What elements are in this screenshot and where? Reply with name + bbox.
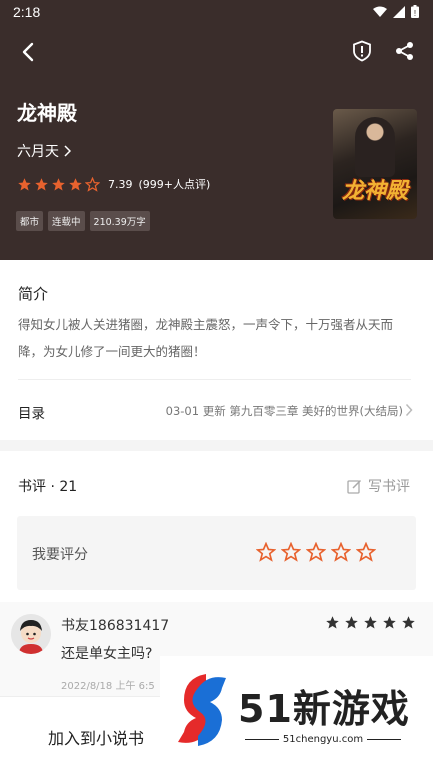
signal-icon [393,5,405,18]
status-time: 2:18 [13,4,41,20]
avatar[interactable] [11,614,51,654]
author-link[interactable]: 六月天 [17,141,71,161]
intro-section: 简介 得知女儿被人关进猪圈，龙神殿主震怒，一声令下，十万强者从天而降，为女儿修了… [0,260,433,440]
star-icon [383,616,396,629]
star-icon [69,177,82,190]
book-header: 2:18 ! 龙神殿 六月天 7.39 (999+人点评) 都市 连载中 210… [0,0,433,260]
catalog-label: 目录 [18,406,45,422]
catalog-latest: 03-01 更新 第九百零三章 美好的世界(大结局) [165,404,403,418]
cover-figure [355,117,395,177]
watermark-logo [178,674,226,746]
author-name: 六月天 [17,144,59,160]
star-outline-icon[interactable] [331,542,351,562]
watermark: 51新游戏 51chengyu.com [160,656,433,756]
rate-box: 我要评分 [17,516,416,590]
star-outline-icon[interactable] [356,542,376,562]
rating-count: (999+人点评) [138,178,211,191]
book-tags: 都市 连载中 210.39万字 [16,211,150,231]
review-date: 2022/8/18 上午 6:5 [61,681,155,692]
rating-score: 7.39 [108,177,133,191]
add-to-shelf-button[interactable]: 加入到小说书 [48,725,144,749]
watermark-url: 51chengyu.com [238,734,408,745]
rate-stars [256,542,376,562]
watermark-text: 51新游戏 [238,687,410,731]
cover-title: 龙神殿 [341,178,408,204]
catalog-row[interactable]: 目录 03-01 更新 第九百零三章 美好的世界(大结局) [0,390,433,430]
book-cover[interactable]: 龙神殿 [333,109,417,219]
review-header: 书评 · 21 写书评 [0,451,433,511]
star-icon [18,177,31,190]
svg-text:!: ! [414,9,416,18]
share-button[interactable] [392,38,418,64]
write-review-label: 写书评 [368,479,410,495]
status-icons: ! [373,5,419,18]
back-button[interactable] [14,38,42,66]
star-outline-icon[interactable] [281,542,301,562]
battery-icon: ! [411,5,419,18]
star-icon [52,177,65,190]
chevron-right-icon [405,403,413,417]
review-text: 还是单女主吗? [61,646,153,662]
share-icon [396,42,413,60]
report-button[interactable] [349,38,375,64]
star-icon [402,616,415,629]
review-stars [325,615,416,630]
rate-label: 我要评分 [32,547,88,563]
shield-report-icon [353,40,371,62]
star-outline-icon [85,176,100,192]
star-icon [35,177,48,190]
chevron-right-icon [64,145,71,157]
review-count: 书评 · 21 [18,479,78,495]
rating-row: 7.39 (999+人点评) [17,176,210,192]
intro-title: 简介 [18,285,49,303]
section-gap [0,440,433,451]
back-arrow-icon [22,42,34,62]
star-icon [345,616,358,629]
star-icon [326,616,339,629]
star-outline-icon[interactable] [306,542,326,562]
intro-text[interactable]: 得知女儿被人关进猪圈，龙神殿主震怒，一声令下，十万强者从天而降，为女儿修了一间更… [18,311,413,365]
status-bar: 2:18 ! [0,0,433,26]
edit-icon [347,479,362,494]
review-username[interactable]: 书友186831417 [61,615,169,635]
tag-status: 连载中 [48,211,85,231]
avatar-image [11,614,51,654]
tag-wordcount: 210.39万字 [89,211,150,231]
divider [18,379,411,380]
write-review-button[interactable]: 写书评 [347,476,410,496]
tag-genre[interactable]: 都市 [16,211,44,231]
star-outline-icon[interactable] [256,542,276,562]
star-icon [364,616,377,629]
wifi-icon [373,6,387,17]
book-title: 龙神殿 [17,101,77,125]
